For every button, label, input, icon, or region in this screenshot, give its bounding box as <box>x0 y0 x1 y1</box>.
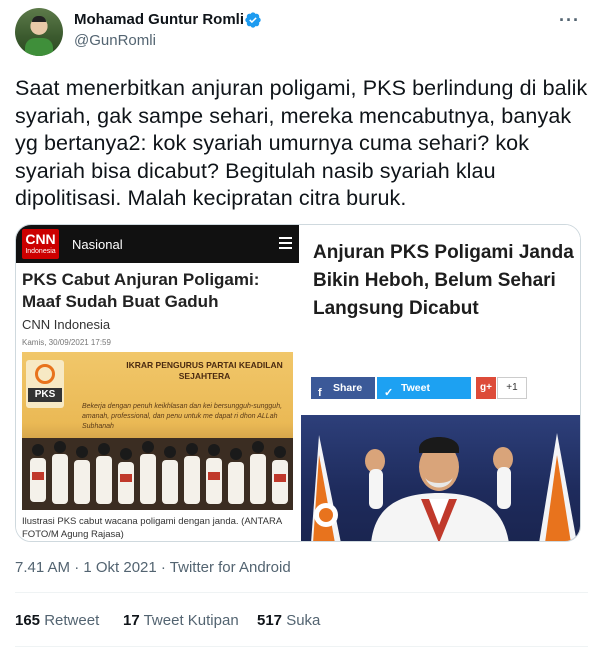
quotes-stat[interactable]: 17 Tweet Kutipan <box>123 612 239 629</box>
avatar-shirt <box>25 38 53 56</box>
divider <box>15 646 588 647</box>
retweets-stat[interactable]: 165 Retweet <box>15 612 99 629</box>
google-plus-count: +1 <box>497 377 527 399</box>
pks-logo-icon: PKS <box>26 360 64 408</box>
pks-logo-text: PKS <box>28 388 62 402</box>
author-handle[interactable]: @GunRomli <box>74 32 156 49</box>
avatar[interactable] <box>15 8 63 56</box>
twitter-share-label: Tweet <box>401 382 430 394</box>
media-image-cnn[interactable]: CNN Indonesia Nasional PKS Cabut Anjuran… <box>16 225 299 541</box>
twitter-bird-icon: ✓ <box>384 387 394 399</box>
google-plus-button: g+ <box>476 377 496 399</box>
photo-body-text: Bekerja dengan penuh keikhlasan dan kei … <box>82 403 283 430</box>
retweets-count: 165 <box>15 612 41 629</box>
more-options-icon[interactable]: ··· <box>559 10 580 31</box>
cnn-photo: PKS IKRAR PENGURUS PARTAI KEADILAN SEJAH… <box>22 352 293 510</box>
cnn-photo-caption: Ilustrasi PKS cabut wacana poligami deng… <box>22 516 282 540</box>
likes-count: 517 <box>257 612 283 629</box>
hamburger-menu-icon <box>279 237 292 249</box>
tweet-timestamp[interactable]: 7.41 AM · 1 Okt 2021 · Twitter for Andro… <box>15 559 291 576</box>
tweet: Mohamad Guntur Romli @GunRomli ··· Saat … <box>0 0 603 655</box>
crowd-illustration <box>22 438 293 510</box>
retweets-label: Retweet <box>44 612 100 629</box>
facebook-icon: f <box>318 387 322 399</box>
likes-stat[interactable]: 517 Suka <box>257 612 320 629</box>
article-photo <box>301 415 580 541</box>
cnn-logo-text: CNN <box>25 231 56 247</box>
verified-badge-icon <box>245 12 261 28</box>
cnn-section-label: Nasional <box>72 237 123 252</box>
article-headline: Anjuran PKS Poligami Janda Bikin Heboh, … <box>313 242 574 319</box>
cnn-logo: CNN Indonesia <box>22 229 59 259</box>
article-header: Anjuran PKS Poligami Janda Bikin Heboh, … <box>301 225 580 415</box>
cnn-source: CNN Indonesia <box>22 317 111 332</box>
quotes-label: Tweet Kutipan <box>143 612 239 629</box>
likes-label: Suka <box>286 612 321 629</box>
divider <box>15 592 588 593</box>
media-image-article[interactable]: Anjuran PKS Poligami Janda Bikin Heboh, … <box>301 225 580 541</box>
cnn-header-bar: CNN Indonesia Nasional <box>16 225 299 263</box>
speaker-illustration <box>311 433 577 541</box>
tweet-media[interactable]: CNN Indonesia Nasional PKS Cabut Anjuran… <box>15 224 581 542</box>
tweet-text: Saat menerbitkan anjuran poligami, PKS b… <box>15 76 588 210</box>
avatar-cap <box>32 16 46 22</box>
photo-banner-text: IKRAR PENGURUS PARTAI KEADILAN SEJAHTERA <box>126 360 283 381</box>
facebook-share-label: Share <box>333 382 363 394</box>
quotes-count: 17 <box>123 612 140 629</box>
author-name[interactable]: Mohamad Guntur Romli <box>74 11 244 28</box>
twitter-share-button: ✓ Tweet <box>377 377 471 399</box>
facebook-share-button: f Share <box>311 377 375 399</box>
cnn-logo-subtext: Indonesia <box>25 248 56 255</box>
cnn-headline: PKS Cabut Anjuran Poligami: Maaf Sudah B… <box>22 270 260 311</box>
cnn-date: Kamis, 30/09/2021 17:59 <box>22 338 111 347</box>
